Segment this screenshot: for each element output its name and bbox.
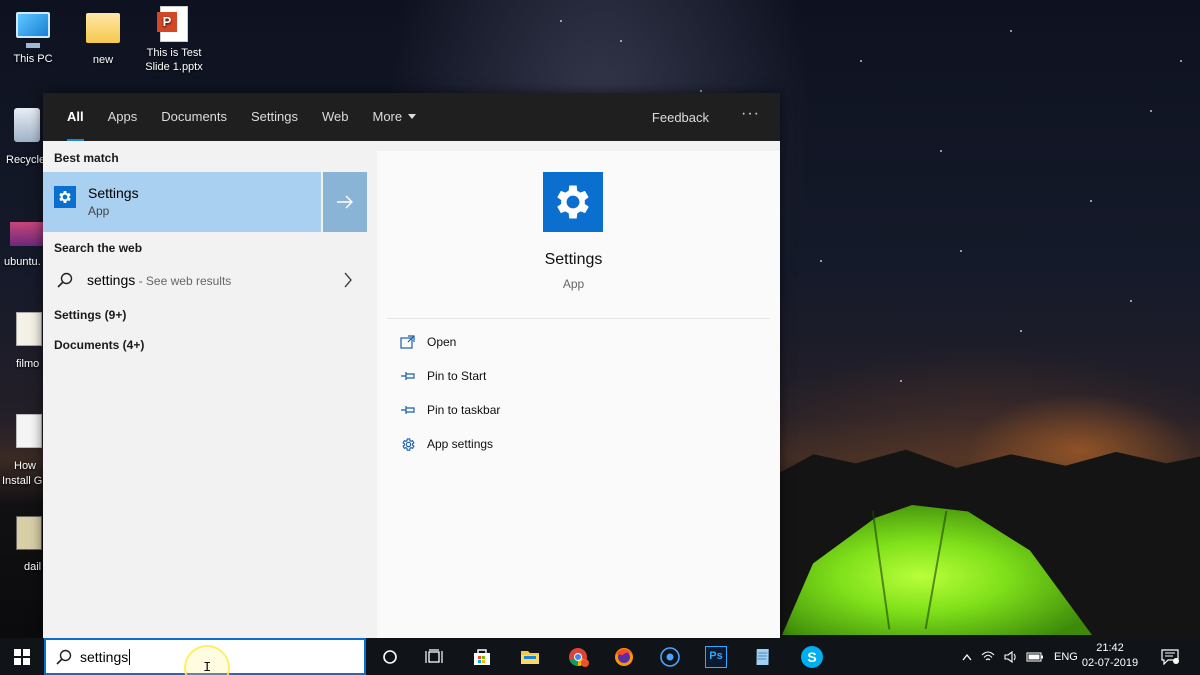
task-view-icon[interactable] bbox=[414, 638, 454, 675]
file-explorer-icon[interactable] bbox=[510, 638, 550, 675]
gear-icon bbox=[399, 436, 417, 452]
search-value: settings bbox=[80, 648, 129, 665]
mouse-cursor: I bbox=[203, 660, 212, 675]
desktop-icon-this-pc[interactable]: This PC bbox=[0, 8, 69, 66]
action-pin-to-taskbar[interactable]: Pin to taskbar bbox=[399, 400, 500, 420]
best-match-type: App bbox=[88, 204, 110, 218]
computer-icon bbox=[16, 12, 50, 48]
firefox-icon[interactable] bbox=[604, 638, 644, 675]
preview-title: Settings bbox=[544, 251, 603, 268]
category-documents[interactable]: Documents (4+) bbox=[43, 338, 144, 352]
web-result-row[interactable]: settings - See web results bbox=[43, 262, 367, 298]
desktop-icon-new[interactable]: new bbox=[67, 8, 139, 67]
cortana-icon[interactable] bbox=[370, 638, 410, 675]
desktop-icon-label: dail bbox=[24, 561, 42, 573]
system-tray: ENG bbox=[958, 638, 1078, 675]
divider bbox=[387, 318, 770, 319]
desktop-icon-label: How bbox=[14, 460, 37, 472]
caret-down-icon bbox=[408, 114, 417, 119]
category-settings[interactable]: Settings (9+) bbox=[43, 308, 126, 322]
pin-icon bbox=[399, 402, 417, 418]
chevron-up-icon[interactable] bbox=[958, 653, 976, 661]
more-options-icon[interactable]: ··· bbox=[729, 105, 780, 129]
desktop-icon-label: new bbox=[92, 54, 114, 66]
desktop-icon-label: This is Test Slide 1.pptx bbox=[145, 47, 203, 73]
photoshop-icon[interactable]: Ps bbox=[696, 638, 736, 675]
language-indicator[interactable]: ENG bbox=[1054, 651, 1078, 663]
tab-more[interactable]: More bbox=[361, 93, 429, 141]
arrow-right-icon bbox=[337, 195, 353, 209]
notifications-icon[interactable] bbox=[1152, 638, 1188, 675]
desktop-icon-label: Install Gu bbox=[2, 475, 49, 487]
preview-subtitle: App bbox=[562, 277, 585, 291]
taskbar: settings Ps S ENG 21:42 02-07-2019 bbox=[0, 638, 1200, 675]
search-panel: All Apps Documents Settings Web More Fee… bbox=[43, 93, 780, 638]
document-icon bbox=[16, 414, 42, 448]
open-icon bbox=[399, 334, 417, 350]
chevron-right-icon bbox=[344, 272, 352, 288]
best-match-name: Settings bbox=[88, 185, 139, 201]
best-match-item[interactable]: Settings App bbox=[43, 172, 367, 232]
notepad-icon[interactable] bbox=[744, 638, 784, 675]
tab-documents[interactable]: Documents bbox=[149, 93, 239, 141]
action-pin-to-start[interactable]: Pin to Start bbox=[399, 366, 486, 386]
recycle-bin-icon bbox=[14, 108, 40, 142]
clock-time: 21:42 bbox=[1096, 642, 1124, 654]
store-icon[interactable] bbox=[462, 638, 502, 675]
tab-all[interactable]: All bbox=[55, 93, 96, 141]
settings-gear-icon bbox=[543, 172, 603, 232]
windows-logo-icon bbox=[13, 648, 30, 665]
powerpoint-file-icon: P bbox=[157, 6, 191, 42]
results-list: Best match Settings App Search the web s… bbox=[43, 141, 367, 638]
search-tabbar: All Apps Documents Settings Web More Fee… bbox=[43, 93, 780, 141]
tab-apps[interactable]: Apps bbox=[96, 93, 150, 141]
search-icon bbox=[57, 272, 73, 288]
desktop-icon-pptx[interactable]: P This is Test Slide 1.pptx bbox=[137, 6, 211, 74]
desktop-icon-label: ubuntu. bbox=[4, 256, 41, 268]
text-caret bbox=[129, 648, 131, 665]
chrome-icon[interactable] bbox=[558, 638, 598, 675]
desktop-icon-label: Recycle bbox=[6, 154, 46, 166]
section-label-best-match: Best match bbox=[54, 151, 119, 165]
desktop-icon-label: This PC bbox=[13, 53, 53, 65]
ubuntu-file-icon bbox=[10, 222, 44, 246]
desktop-icon-label: filmo bbox=[16, 358, 40, 370]
volume-icon[interactable] bbox=[1000, 650, 1022, 663]
skype-icon[interactable]: S bbox=[792, 638, 832, 675]
battery-icon[interactable] bbox=[1022, 652, 1048, 662]
action-app-settings[interactable]: App settings bbox=[399, 434, 493, 454]
feedback-button[interactable]: Feedback bbox=[632, 110, 729, 125]
start-button[interactable] bbox=[0, 638, 43, 675]
clock-date: 02-07-2019 bbox=[1081, 657, 1139, 669]
pin-icon bbox=[399, 368, 417, 384]
web-query: settings bbox=[87, 272, 136, 288]
clock[interactable]: 21:42 02-07-2019 bbox=[1080, 641, 1140, 671]
shortcut-icon bbox=[16, 516, 42, 550]
wifi-icon[interactable] bbox=[976, 650, 1000, 663]
media-icon[interactable] bbox=[650, 638, 690, 675]
action-open[interactable]: Open bbox=[399, 332, 456, 352]
folder-icon bbox=[86, 13, 120, 49]
tab-web[interactable]: Web bbox=[310, 93, 361, 141]
settings-gear-icon bbox=[54, 186, 76, 208]
web-suffix: - See web results bbox=[135, 274, 232, 288]
preview-pane: Settings App Open Pin to Start Pin to ta… bbox=[377, 151, 780, 638]
best-match-settings[interactable]: Settings App bbox=[43, 172, 321, 232]
tab-settings[interactable]: Settings bbox=[239, 93, 310, 141]
expand-arrow-button[interactable] bbox=[323, 172, 367, 232]
filmora-icon bbox=[16, 312, 42, 346]
section-label-search-web: Search the web bbox=[54, 241, 143, 255]
search-icon bbox=[56, 649, 72, 665]
